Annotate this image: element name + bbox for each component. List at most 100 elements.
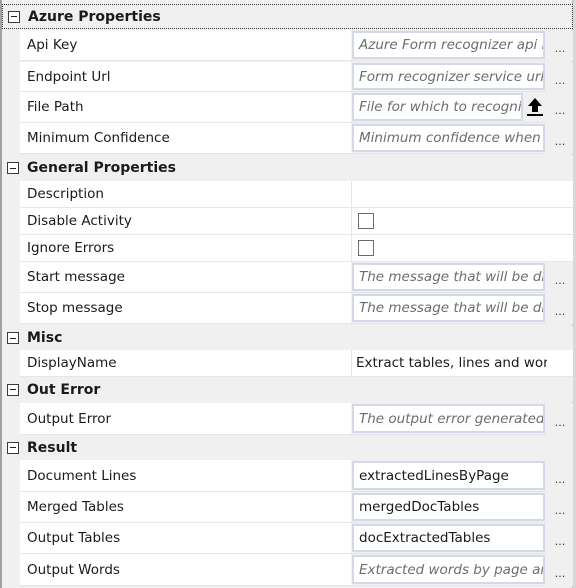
category-title: Result [27, 439, 78, 456]
property-value: Form recognizer service url. [351, 62, 547, 92]
property-label: Start message [20, 262, 351, 293]
ellipsis-button[interactable]: ... [555, 474, 566, 485]
property-button-cell: ... [547, 293, 573, 324]
property-row-ignore-errors: Ignore Errors [20, 235, 573, 262]
property-label: Disable Activity [20, 208, 351, 235]
property-value: The message that will be dis [351, 293, 547, 324]
property-value: The message that will be dis [351, 262, 547, 293]
ellipsis-button[interactable]: ... [555, 275, 566, 286]
property-value: Azure Form recognizer api k [351, 30, 547, 61]
category-title: Azure Properties [28, 8, 161, 25]
ellipsis-button[interactable]: ... [555, 136, 566, 147]
category-header-misc[interactable]: Misc [2, 326, 573, 350]
stop-message-input[interactable]: The message that will be dis [352, 294, 545, 322]
output-error-input[interactable]: The output error generated i [352, 404, 545, 433]
property-label: Output Tables [20, 523, 351, 554]
property-row-document-lines: Document Lines extractedLinesByPage... [20, 460, 573, 492]
collapse-icon[interactable] [7, 162, 19, 174]
property-value: File for which to recogniz [351, 92, 547, 123]
ellipsis-button[interactable]: ... [555, 568, 566, 579]
property-value: Minimum confidence when c [351, 123, 547, 154]
property-label: Minimum Confidence [20, 123, 351, 154]
property-row-api-key: Api Key Azure Form recognizer api k... [20, 30, 573, 61]
property-value: mergedDocTables [351, 492, 547, 523]
property-row-description: Description [20, 181, 573, 208]
property-label: Merged Tables [20, 492, 351, 523]
ellipsis-button[interactable]: ... [555, 306, 566, 317]
property-value [351, 181, 547, 208]
property-label: Endpoint Url [20, 62, 351, 92]
property-row-stop-message: Stop message The message that will be dis… [20, 293, 573, 324]
property-button-cell: ... [547, 30, 573, 61]
category-title: Out Error [27, 381, 101, 398]
property-button-cell [547, 181, 573, 208]
property-button-cell: ... [547, 62, 573, 92]
property-row-disable-activity: Disable Activity [20, 208, 573, 235]
property-label: Description [20, 181, 351, 208]
property-row-merged-tables: Merged Tables mergedDocTables... [20, 492, 573, 523]
property-label: Output Words [20, 554, 351, 586]
displayname-value[interactable]: Extract tables, lines and words fro [352, 355, 547, 371]
property-value [351, 208, 547, 235]
property-label: Api Key [20, 30, 351, 61]
category-title: General Properties [27, 160, 176, 176]
property-label: Document Lines [20, 460, 351, 492]
ellipsis-button[interactable]: ... [555, 75, 566, 86]
property-button-cell [547, 208, 573, 235]
category-header-general-properties[interactable]: General Properties [2, 155, 573, 181]
output-words-input[interactable]: Extracted words by page anc [352, 555, 545, 584]
property-row-displayname: DisplayName Extract tables, lines and wor… [20, 350, 573, 377]
property-label: Stop message [20, 293, 351, 324]
ellipsis-button[interactable]: ... [555, 536, 566, 547]
property-button-cell: ... [547, 523, 573, 554]
property-row-output-error: Output Error The output error generated i… [20, 403, 573, 435]
ignore-errors-checkbox[interactable] [358, 240, 374, 256]
file-path-input[interactable]: File for which to recogniz [352, 93, 523, 121]
collapse-icon[interactable] [7, 383, 19, 396]
ellipsis-button[interactable]: ... [555, 417, 566, 428]
ellipsis-button[interactable]: ... [555, 105, 566, 116]
endpoint-url-input[interactable]: Form recognizer service url. [352, 63, 545, 90]
property-value: docExtractedTables [351, 523, 547, 554]
property-value: Extract tables, lines and words fro [351, 350, 547, 377]
merged-tables-input[interactable]: mergedDocTables [352, 493, 545, 521]
property-value [351, 235, 547, 262]
property-row-file-path: File Path File for which to recogniz... [20, 92, 573, 123]
ellipsis-button[interactable]: ... [555, 43, 566, 54]
category-title: Misc [27, 330, 63, 346]
minimum-confidence-input[interactable]: Minimum confidence when c [352, 124, 545, 152]
property-row-start-message: Start message The message that will be di… [20, 262, 573, 293]
property-value: The output error generated i [351, 403, 547, 435]
property-label: Output Error [20, 403, 351, 435]
property-button-cell: ... [547, 403, 573, 435]
ellipsis-button[interactable]: ... [555, 505, 566, 516]
property-grid: Azure Properties Api Key Azure Form recogn… [0, 0, 576, 588]
collapse-icon[interactable] [8, 10, 20, 23]
property-button-cell: ... [547, 460, 573, 492]
property-button-cell: ... [547, 262, 573, 293]
property-button-cell: ... [547, 123, 573, 154]
category-header-result[interactable]: Result [2, 435, 573, 460]
property-row-minimum-confidence: Minimum Confidence Minimum confidence whe… [20, 123, 573, 154]
property-row-endpoint-url: Endpoint Url Form recognizer service url.… [20, 62, 573, 92]
collapse-icon[interactable] [7, 332, 19, 344]
property-row-output-words: Output Words Extracted words by page anc.… [20, 554, 573, 586]
property-button-cell: ... [547, 492, 573, 523]
property-label: File Path [20, 92, 351, 123]
property-label: DisplayName [20, 350, 351, 377]
property-value: Extracted words by page anc [351, 554, 547, 586]
category-header-out-error[interactable]: Out Error [2, 377, 573, 402]
output-tables-input[interactable]: docExtractedTables [352, 524, 545, 552]
property-button-cell: ... [547, 92, 573, 123]
disable-activity-checkbox[interactable] [358, 213, 374, 229]
property-button-cell [547, 235, 573, 262]
category-header-azure-properties[interactable]: Azure Properties [2, 4, 573, 29]
property-row-output-tables: Output Tables docExtractedTables... [20, 523, 573, 554]
document-lines-input[interactable]: extractedLinesByPage [352, 461, 545, 490]
upload-icon[interactable] [524, 92, 546, 122]
collapse-icon[interactable] [7, 441, 19, 454]
api-key-input[interactable]: Azure Form recognizer api k [352, 31, 545, 59]
property-button-cell: ... [547, 554, 573, 586]
property-value: extractedLinesByPage [351, 460, 547, 492]
start-message-input[interactable]: The message that will be dis [352, 263, 545, 291]
